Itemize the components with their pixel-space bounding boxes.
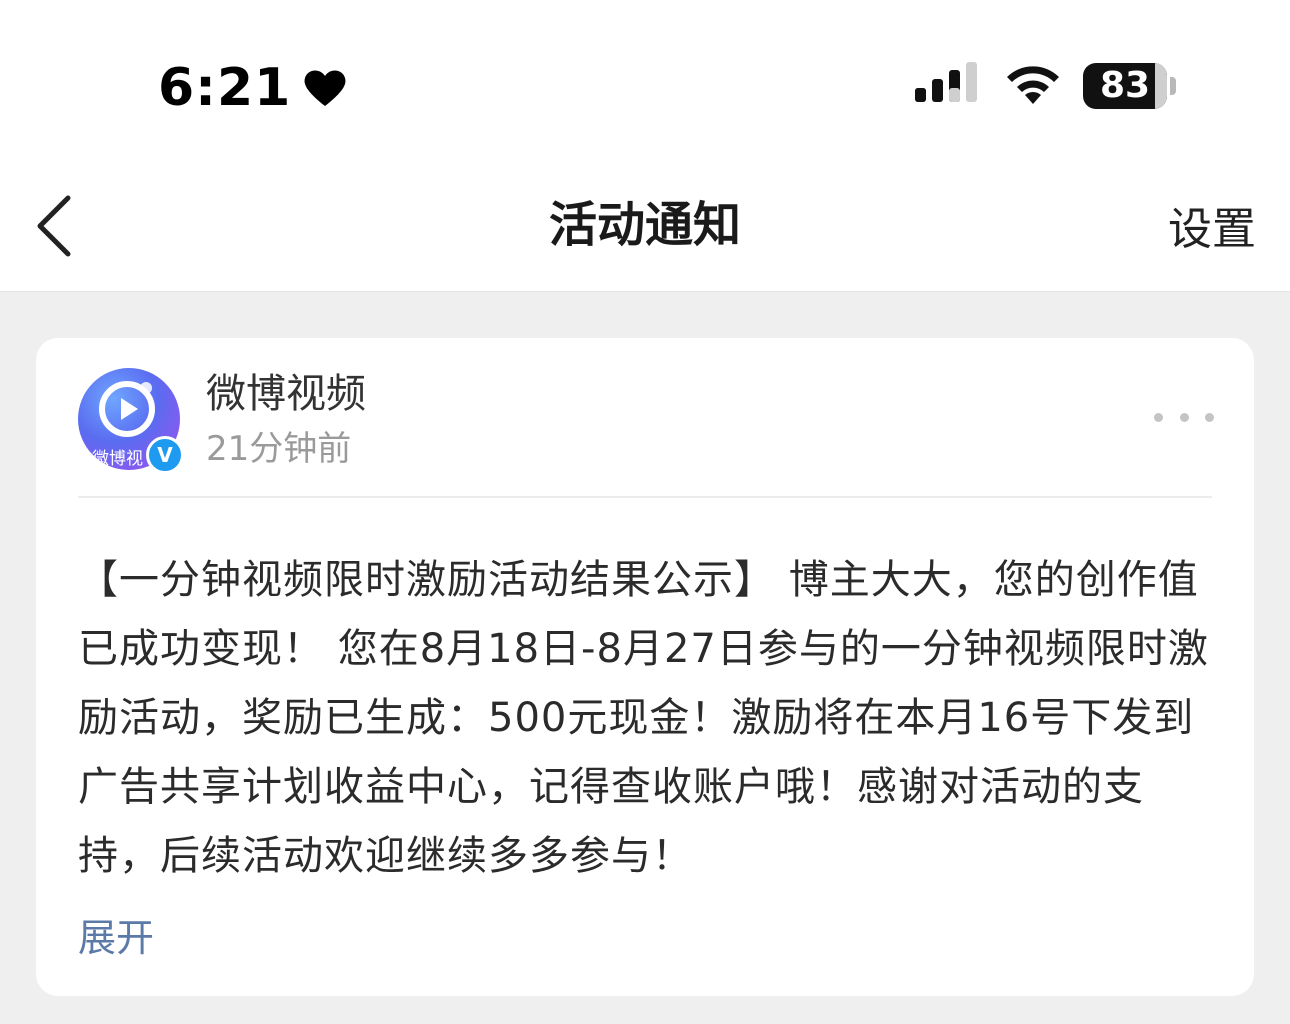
heart-icon — [304, 70, 346, 106]
account-name[interactable]: 微博视频 — [206, 368, 366, 420]
notification-card: 微博视 V 微博视频 21分钟前 【一分钟视频限时激励活动结果公示】 博主大大，… — [36, 338, 1254, 996]
post-timestamp: 21分钟前 — [206, 429, 352, 469]
post-content: 【一分钟视频限时激励活动结果公示】 博主大大，您的创作值已成功变现！ 您在8月1… — [78, 557, 1209, 879]
battery-tip — [1170, 77, 1176, 95]
more-dots-icon[interactable] — [1154, 404, 1214, 430]
chevron-left-icon[interactable] — [30, 194, 80, 258]
avatar-text: 微博视 — [92, 449, 143, 469]
verified-badge-icon: V — [146, 436, 184, 474]
play-circle-icon — [99, 381, 155, 437]
battery-indicator: 83 — [1083, 63, 1167, 109]
page-title-wrap: 活动通知 — [0, 194, 1290, 256]
cellular-signal-icon — [915, 62, 977, 102]
status-bar-time: 6:21 — [158, 58, 347, 118]
page-title: 活动通知 — [548, 197, 741, 253]
settings-button[interactable]: 设置 — [1168, 200, 1256, 260]
wifi-icon — [1007, 66, 1059, 104]
divider — [78, 496, 1212, 498]
header-area: 6:21 83 活动通知 设置 — [0, 0, 1290, 292]
expand-button[interactable]: 展开 — [78, 912, 154, 964]
battery-level: 83 — [1099, 65, 1151, 106]
time-label: 6:21 — [158, 58, 292, 118]
